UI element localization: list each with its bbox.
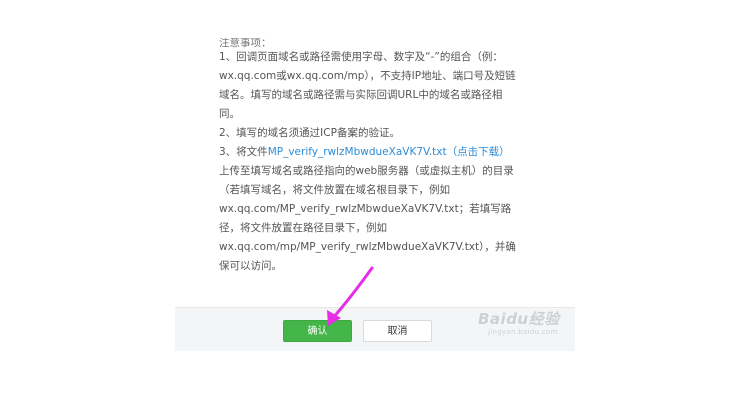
- cancel-button[interactable]: 取消: [363, 320, 432, 342]
- note-item-3-rest: 上传至填写域名或路径指向的web服务器（或虚拟主机）的目录（若填写域名，将文件放…: [219, 165, 516, 272]
- note-item-2: 2、填写的域名须通过ICP备案的验证。: [219, 127, 400, 139]
- watermark-subtext: jingyan.baidu.com: [488, 328, 558, 336]
- notes-heading: 注意事项：: [219, 38, 272, 48]
- watermark-text: Baidu经验: [478, 310, 560, 328]
- baidu-watermark-logo: Baidu经验 jingyan.baidu.com: [478, 302, 578, 342]
- note-item-3-prefix: 3、将文件: [219, 146, 268, 158]
- download-link[interactable]: （点击下载）: [447, 146, 510, 158]
- notes-section: 注意事项： 1、回调页面域名或路径需使用字母、数字及“-”的组合（例：wx.qq…: [219, 38, 519, 276]
- note-item-1: 1、回调页面域名或路径需使用字母、数字及“-”的组合（例：wx.qq.com或w…: [219, 51, 516, 120]
- verify-file-link[interactable]: MP_verify_rwlzMbwdueXaVK7V.txt: [268, 146, 447, 158]
- note-item-3: 3、将文件MP_verify_rwlzMbwdueXaVK7V.txt（点击下载…: [219, 143, 519, 276]
- confirm-button[interactable]: 确认: [283, 320, 352, 342]
